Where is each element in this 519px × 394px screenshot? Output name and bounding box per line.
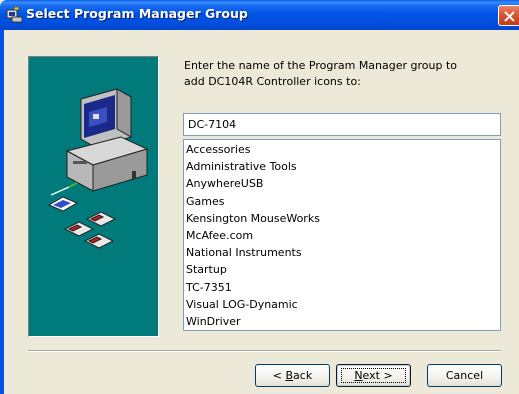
back-accesskey: B: [285, 369, 294, 382]
setup-icon: [6, 6, 23, 23]
list-item[interactable]: Accessories: [186, 141, 498, 158]
dialog-window: Select Program Manager Group Enter the n…: [0, 0, 519, 394]
list-item[interactable]: Administrative Tools: [186, 158, 498, 175]
close-icon: [504, 11, 515, 22]
window-title: Select Program Manager Group: [26, 6, 248, 21]
title-bar[interactable]: Select Program Manager Group: [0, 0, 519, 30]
next-focus-rect: Next >: [341, 368, 406, 383]
group-listbox[interactable]: Accessories Administrative Tools AnywhereU…: [183, 139, 501, 331]
next-accesskey: N: [354, 369, 363, 382]
instruction-text: Enter the name of the Program Manager gr…: [184, 58, 504, 90]
group-name-input[interactable]: DC-7104: [183, 113, 501, 136]
computer-illustration: [47, 88, 149, 249]
back-label: ack: [293, 369, 313, 382]
list-item[interactable]: TC-7351: [186, 279, 498, 296]
list-item[interactable]: Startup: [186, 261, 498, 278]
window-border: [0, 30, 4, 394]
back-button[interactable]: < Back: [255, 364, 330, 387]
list-item[interactable]: WinDriver: [186, 313, 498, 330]
back-prefix: <: [272, 369, 286, 382]
list-item[interactable]: Visual LOG-Dynamic: [186, 296, 498, 313]
next-label: ext >: [362, 369, 393, 382]
list-item[interactable]: Games: [186, 193, 498, 210]
list-item[interactable]: AnywhereUSB: [186, 175, 498, 192]
separator-line: [28, 350, 501, 352]
cancel-button[interactable]: Cancel: [427, 364, 502, 387]
next-button[interactable]: Next >: [336, 364, 411, 387]
close-button[interactable]: [498, 5, 519, 26]
list-item[interactable]: Kensington MouseWorks: [186, 210, 498, 227]
instruction-line-2: add DC104R Controller icons to:: [184, 75, 361, 88]
list-item[interactable]: McAfee.com: [186, 227, 498, 244]
list-item[interactable]: National Instruments: [186, 244, 498, 261]
instruction-line-1: Enter the name of the Program Manager gr…: [184, 59, 458, 72]
wizard-image-panel: [28, 56, 159, 337]
